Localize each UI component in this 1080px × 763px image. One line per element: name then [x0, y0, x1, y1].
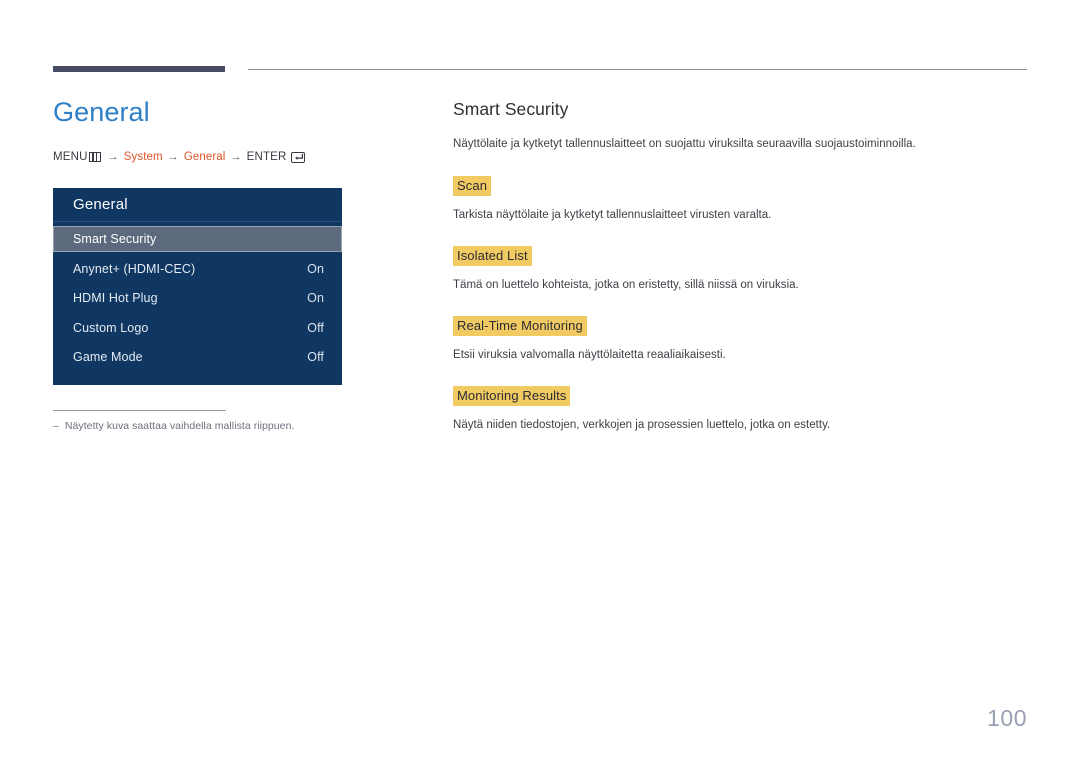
footnote-dash: –: [53, 420, 59, 432]
breadcrumb-arrow-1: →: [107, 151, 119, 163]
subsection-heading: Monitoring Results: [453, 386, 571, 406]
osd-row-label: HDMI Hot Plug: [73, 291, 158, 306]
left-column: General MENU → System → General → ENTER: [53, 95, 413, 163]
breadcrumb-menu-label: MENU: [53, 151, 88, 163]
right-column: Smart Security Näyttölaite ja kytketyt t…: [453, 99, 1028, 433]
subsection-text: Tämä on luettelo kohteista, jotka on eri…: [453, 279, 799, 291]
breadcrumb: MENU → System → General → ENTER: [53, 151, 413, 163]
osd-row-label: Smart Security: [73, 232, 157, 246]
subsection-heading: Isolated List: [453, 246, 532, 266]
breadcrumb-item-general: General: [183, 151, 226, 163]
subsection-text: Tarkista näyttölaite ja kytketyt tallenn…: [453, 209, 772, 221]
header-rule-thin: [248, 69, 1027, 70]
footnote-rule: [53, 410, 226, 411]
enter-return-icon: [290, 151, 305, 163]
page-number: 100: [987, 705, 1027, 731]
subsection-text: Näytä niiden tiedostojen, verkkojen ja p…: [453, 419, 831, 431]
subsection-heading: Real-Time Monitoring: [453, 316, 587, 336]
section-title: Smart Security: [453, 99, 569, 119]
footnote: – Näytetty kuva saattaa vaihdella mallis…: [53, 420, 353, 432]
osd-row-value: Off: [307, 350, 324, 365]
osd-row-custom-logo[interactable]: Custom Logo Off: [53, 313, 342, 343]
subsection-text: Etsii viruksia valvomalla näyttölaitetta…: [453, 349, 726, 361]
header-rule-thick: [53, 66, 225, 72]
breadcrumb-arrow-2: →: [167, 151, 179, 163]
breadcrumb-enter-label: ENTER: [246, 151, 287, 163]
breadcrumb-arrow-3: →: [230, 151, 242, 163]
subsection-scan: Scan Tarkista näyttölaite ja kytketyt ta…: [453, 176, 1028, 223]
osd-row-label: Anynet+ (HDMI-CEC): [73, 261, 196, 276]
osd-header-label: General: [73, 196, 128, 213]
osd-header: General: [53, 188, 342, 222]
osd-menu-panel: General Smart Security Anynet+ (HDMI-CEC…: [53, 188, 342, 385]
osd-row-label: Custom Logo: [73, 320, 149, 335]
osd-row-game-mode[interactable]: Game Mode Off: [53, 343, 342, 373]
osd-row-value: On: [307, 291, 324, 306]
osd-row-smart-security[interactable]: Smart Security: [53, 226, 342, 252]
osd-row-anynet[interactable]: Anynet+ (HDMI-CEC) On: [53, 254, 342, 284]
section-intro: Näyttölaite ja kytketyt tallennuslaittee…: [453, 138, 916, 150]
osd-row-value: On: [307, 261, 324, 276]
page-title: General: [53, 97, 150, 127]
footnote-text: Näytetty kuva saattaa vaihdella mallista…: [64, 420, 295, 432]
osd-row-value: Off: [307, 320, 324, 335]
osd-row-label: Game Mode: [73, 350, 143, 365]
subsection-heading: Scan: [453, 176, 492, 196]
subsection-real-time-monitoring: Real-Time Monitoring Etsii viruksia valv…: [453, 316, 1028, 363]
subsection-isolated-list: Isolated List Tämä on luettelo kohteista…: [453, 246, 1028, 293]
document-page: General MENU → System → General → ENTER …: [0, 0, 1080, 763]
subsection-monitoring-results: Monitoring Results Näytä niiden tiedosto…: [453, 386, 1028, 433]
footnote-block: – Näytetty kuva saattaa vaihdella mallis…: [53, 410, 353, 432]
menu-grid-icon: [88, 152, 101, 162]
osd-row-hdmi-hot-plug[interactable]: HDMI Hot Plug On: [53, 284, 342, 314]
breadcrumb-item-system: System: [123, 151, 163, 163]
